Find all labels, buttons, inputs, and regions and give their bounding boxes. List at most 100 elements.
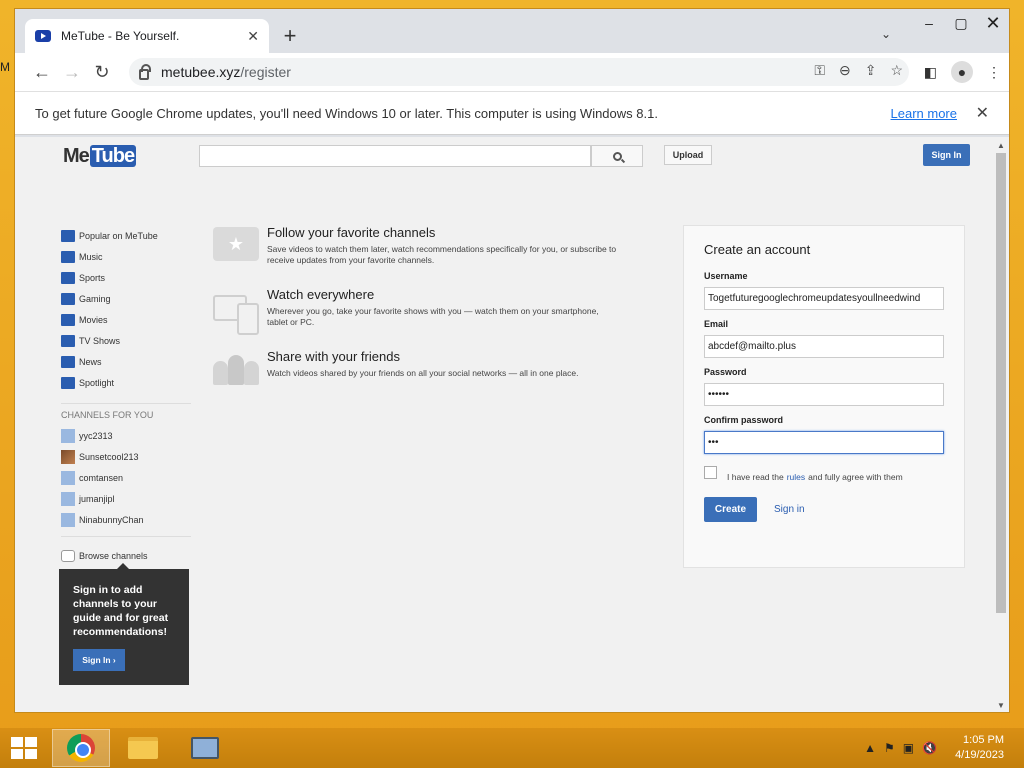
password-label: Password xyxy=(704,367,747,377)
zoom-icon[interactable]: ⊖ xyxy=(839,62,851,79)
clock-date: 4/19/2023 xyxy=(955,749,1004,761)
taskbar-chrome[interactable] xyxy=(52,729,110,767)
guide-item-news[interactable]: News xyxy=(61,351,191,372)
guide-item-movies[interactable]: Movies xyxy=(61,309,191,330)
channel-label: NinabunnyChan xyxy=(79,514,144,525)
window-controls: ‒ ▢ ✕ xyxy=(913,11,1009,35)
scroll-down-icon[interactable]: ▼ xyxy=(997,701,1005,710)
feature-share: Share with your friends Watch videos sha… xyxy=(213,349,633,411)
address-bar[interactable]: metubee.xyz /register ⚿ ⊖ ⇪ ☆ xyxy=(129,58,909,86)
learn-more-link[interactable]: Learn more xyxy=(891,106,957,121)
bookmark-star-icon[interactable]: ☆ xyxy=(890,62,903,79)
guide-separator: Browse channels xyxy=(61,536,191,566)
promo-text: Sign in to add channels to your guide an… xyxy=(73,584,169,638)
chrome-icon xyxy=(67,734,95,762)
headphones-icon xyxy=(61,250,75,263)
browser-tab[interactable]: MeTube - Be Yourself. ✕ xyxy=(25,19,269,53)
key-icon[interactable]: ⚿ xyxy=(814,62,825,79)
profile-avatar-icon[interactable]: ● xyxy=(951,61,973,83)
feature-desc: Wherever you go, take your favorite show… xyxy=(267,306,599,327)
desktop-icon-fragment: M xyxy=(0,60,10,74)
start-button[interactable] xyxy=(0,728,48,768)
channel-item[interactable]: NinabunnyChan xyxy=(61,509,191,530)
guide-item-label: TV Shows xyxy=(79,335,121,346)
channel-item[interactable]: yyc2313 xyxy=(61,425,191,446)
header-signin-button[interactable]: Sign In xyxy=(923,144,970,166)
share-icon[interactable]: ⇪ xyxy=(865,62,877,79)
guide-item-tv-shows[interactable]: TV Shows xyxy=(61,330,191,351)
channel-item[interactable]: jumanjipl xyxy=(61,488,191,509)
clock-time: 1:05 PM xyxy=(963,734,1004,746)
search-button[interactable] xyxy=(591,145,643,167)
create-account-card: Create an account Username Togetfuturego… xyxy=(683,225,965,568)
guide-item-label: Spotlight xyxy=(79,377,115,388)
upload-button[interactable]: Upload xyxy=(664,145,712,165)
tab-title: MeTube - Be Yourself. xyxy=(61,29,180,43)
agree-checkbox[interactable] xyxy=(704,466,717,479)
volume-muted-icon[interactable]: 🔇 xyxy=(922,741,937,755)
metube-logo[interactable]: Me Tube xyxy=(63,145,137,168)
new-tab-icon[interactable]: + xyxy=(279,23,301,49)
guide-item-popular[interactable]: Popular on MeTube xyxy=(61,225,191,246)
film-icon xyxy=(61,313,75,326)
forward-icon[interactable]: → xyxy=(57,57,87,87)
network-icon[interactable]: ▣ xyxy=(903,741,914,755)
email-field[interactable]: abcdef@mailto.plus xyxy=(704,335,944,358)
guide-item-music[interactable]: Music xyxy=(61,246,191,267)
guide-item-gaming[interactable]: Gaming xyxy=(61,288,191,309)
password-field[interactable]: •••••• xyxy=(704,383,944,406)
update-infobar: To get future Google Chrome updates, you… xyxy=(15,91,1009,135)
feature-desc: Watch videos shared by your friends on a… xyxy=(267,368,579,378)
close-window-icon[interactable]: ✕ xyxy=(977,11,1009,35)
taskbar-file-explorer[interactable] xyxy=(114,729,172,767)
devices-icon xyxy=(213,295,259,335)
browser-window: ‒ ▢ ✕ MeTube - Be Yourself. ✕ + ⌄ ← → ↻ … xyxy=(14,8,1010,713)
action-center-flag-icon[interactable]: ⚑ xyxy=(884,741,895,755)
infobar-close-icon[interactable]: ✕ xyxy=(976,103,989,123)
channel-label: jumanjipl xyxy=(79,493,115,504)
scroll-thumb[interactable] xyxy=(996,153,1006,613)
popular-icon xyxy=(61,229,75,242)
signin-link[interactable]: Sign in xyxy=(774,504,805,515)
channel-item[interactable]: Sunsetcool213 xyxy=(61,446,191,467)
guide-item-spotlight[interactable]: Spotlight xyxy=(61,372,191,393)
create-button[interactable]: Create xyxy=(704,497,757,522)
tray-expand-icon[interactable]: ▲ xyxy=(864,741,876,755)
channel-avatar xyxy=(61,491,75,506)
infobar-text: To get future Google Chrome updates, you… xyxy=(35,105,658,121)
rules-link[interactable]: rules xyxy=(787,472,805,482)
friends-icon xyxy=(213,351,259,385)
guide-item-sports[interactable]: Sports xyxy=(61,267,191,288)
promo-signin-button[interactable]: Sign In › xyxy=(73,649,125,671)
maximize-icon[interactable]: ▢ xyxy=(945,11,977,35)
clock[interactable]: 1:05 PM 4/19/2023 xyxy=(955,733,1004,763)
page-scrollbar[interactable]: ▲ ▼ xyxy=(993,137,1009,712)
promo-caret xyxy=(117,563,129,569)
side-panel-icon[interactable]: ◧ xyxy=(924,64,937,81)
reload-icon[interactable]: ↻ xyxy=(87,57,117,87)
lock-icon[interactable] xyxy=(139,63,151,80)
channel-item[interactable]: comtansen xyxy=(61,467,191,488)
tab-search-chevron-icon[interactable]: ⌄ xyxy=(881,27,891,41)
taskbar-remote-desktop[interactable] xyxy=(176,729,234,767)
agree-prefix: I have read the xyxy=(727,471,784,482)
tab-close-icon[interactable]: ✕ xyxy=(247,28,259,45)
scroll-up-icon[interactable]: ▲ xyxy=(997,141,1005,150)
back-icon[interactable]: ← xyxy=(27,57,57,87)
ball-icon xyxy=(61,271,75,284)
feature-title: Follow your favorite channels xyxy=(267,225,436,240)
search-icon xyxy=(612,151,622,161)
logo-me: Me xyxy=(63,145,90,167)
menu-kebab-icon[interactable]: ⋮ xyxy=(987,64,1001,81)
guide-item-label: Music xyxy=(79,251,103,262)
search-input[interactable] xyxy=(199,145,591,167)
channel-label: Sunsetcool213 xyxy=(79,451,139,462)
minimize-icon[interactable]: ‒ xyxy=(913,11,945,35)
channel-avatar xyxy=(61,449,75,464)
confirm-password-field[interactable]: ••• xyxy=(704,431,944,454)
guide-item-label: Popular on MeTube xyxy=(79,230,158,241)
channel-avatar xyxy=(61,512,75,527)
username-field[interactable]: Togetfuturegooglechromeupdatesyoullneedw… xyxy=(704,287,944,310)
metube-header: Me Tube Upload Sign In xyxy=(15,137,993,177)
address-bar-icons: ⚿ ⊖ ⇪ ☆ xyxy=(814,62,903,79)
